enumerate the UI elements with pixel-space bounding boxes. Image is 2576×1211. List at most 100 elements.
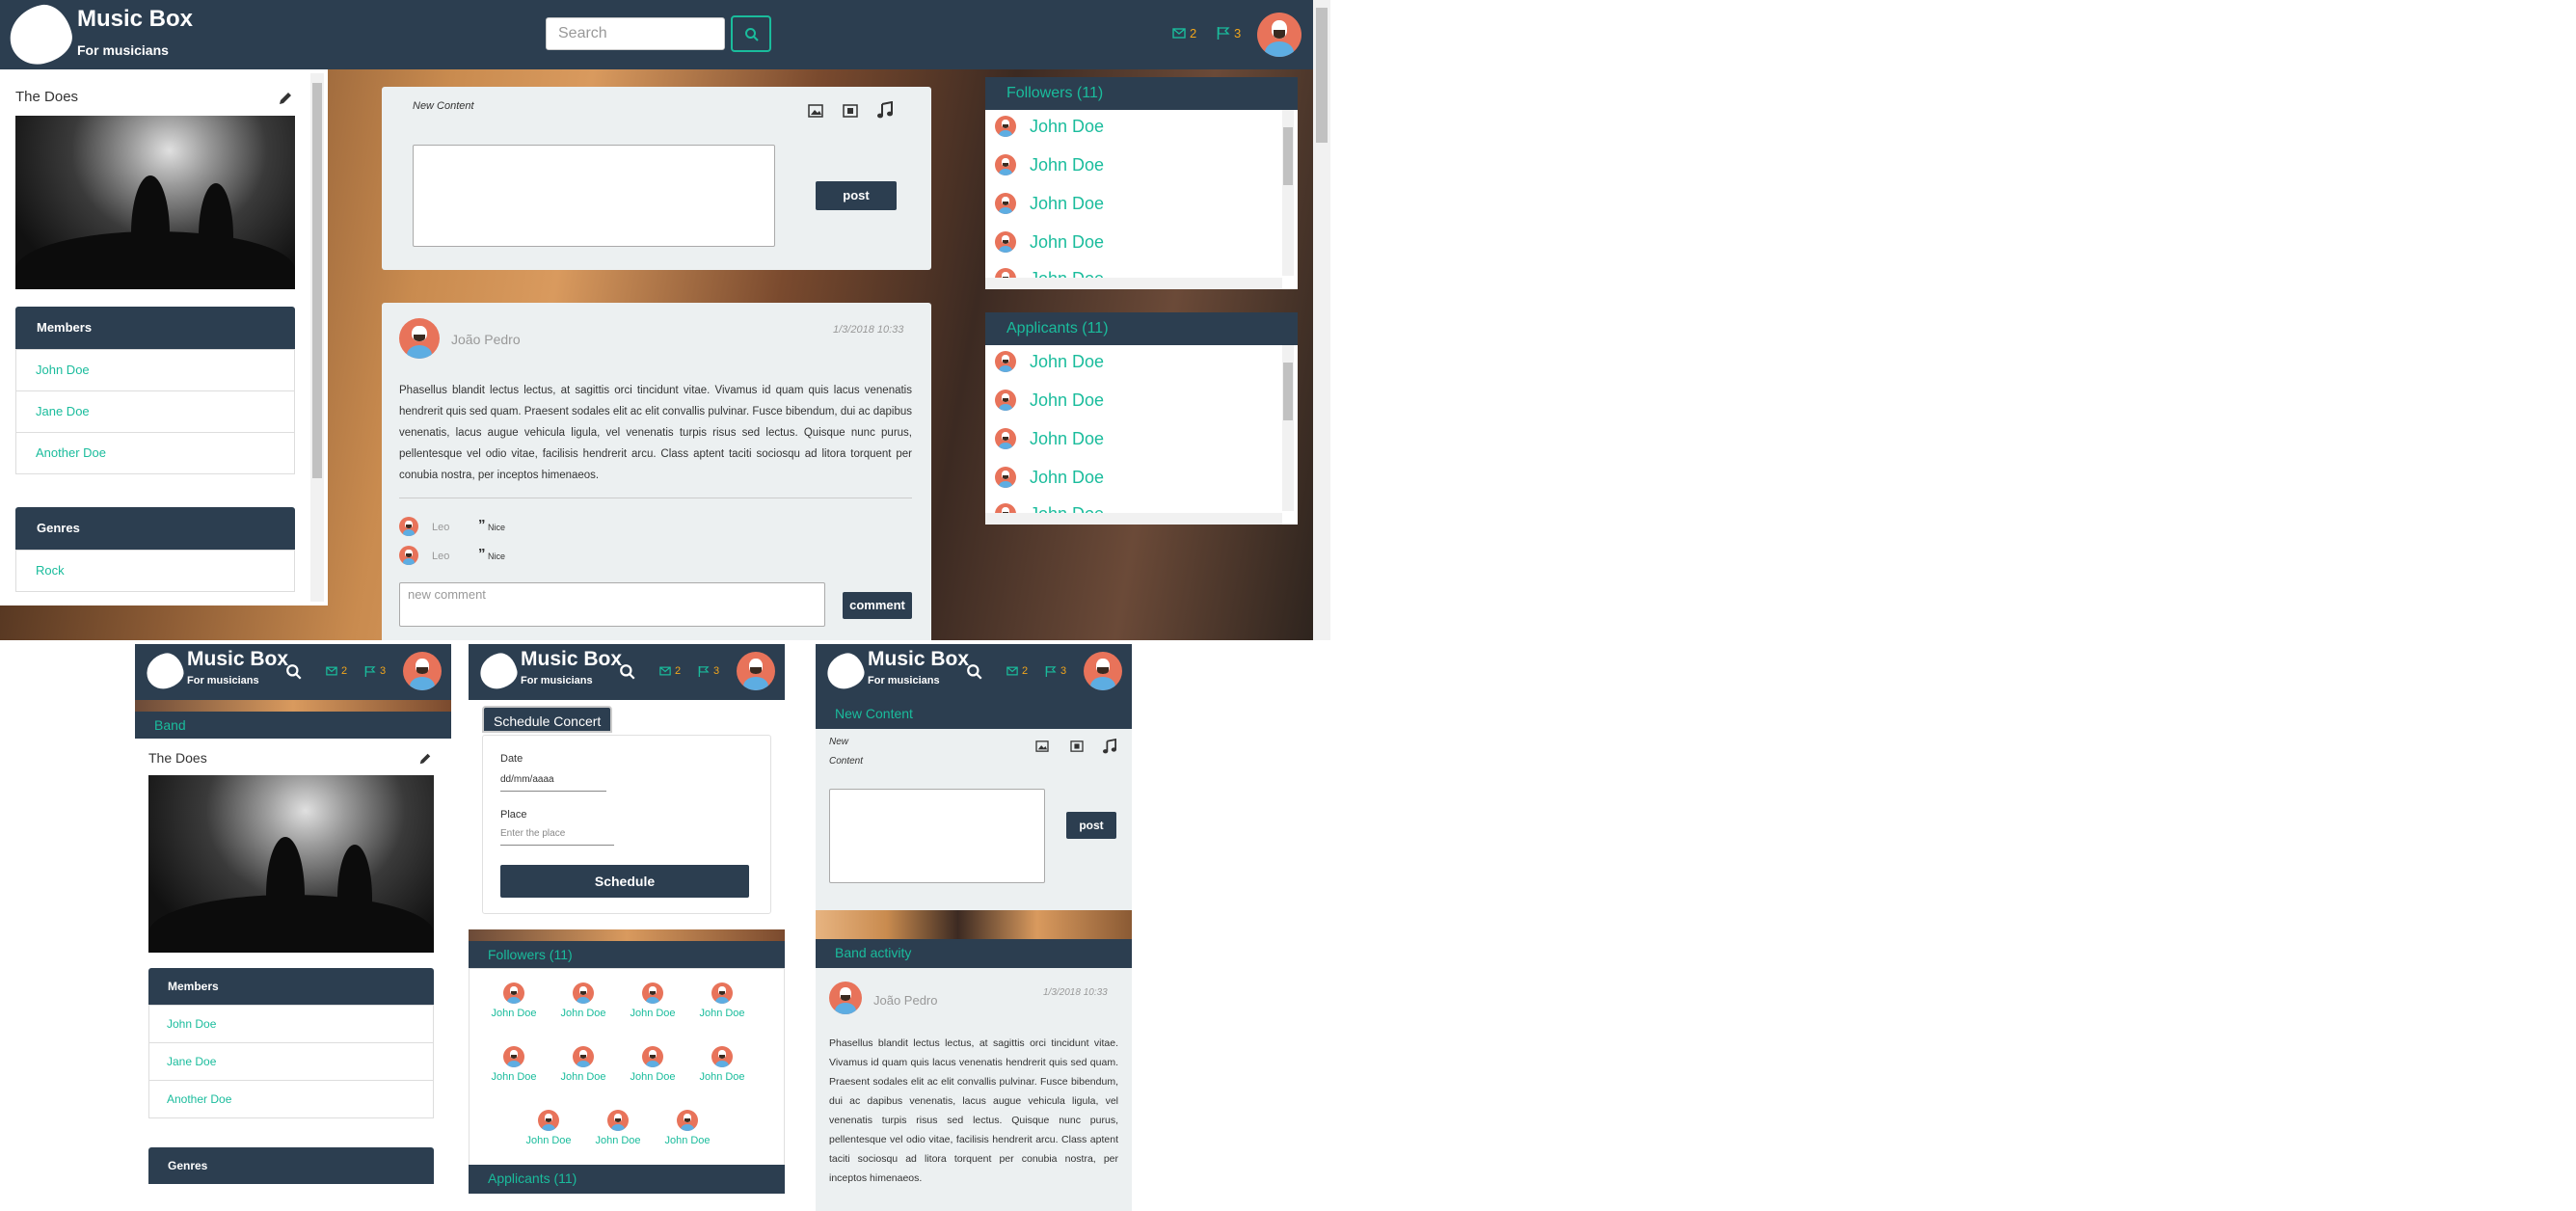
brand-subtitle: For musicians: [187, 675, 259, 686]
member-item[interactable]: John Doe: [148, 1005, 434, 1043]
author-avatar[interactable]: [829, 982, 862, 1014]
user-avatar[interactable]: [737, 652, 775, 690]
member-item[interactable]: Jane Doe: [15, 390, 295, 433]
new-content-header: New Content: [816, 700, 1132, 729]
members-header: Members: [148, 968, 434, 1005]
post-button[interactable]: post: [1066, 812, 1116, 839]
user-avatar[interactable]: [1084, 652, 1122, 690]
messages-badge[interactable]: 2: [659, 665, 681, 677]
tab-schedule-concert[interactable]: Schedule Concert: [482, 706, 613, 733]
new-content-card: New Content post: [382, 87, 931, 270]
logo-icon[interactable]: [476, 650, 521, 692]
messages-badge[interactable]: 2: [326, 665, 347, 677]
envelope-icon: [1006, 666, 1018, 676]
post-timestamp: 1/3/2018 10:33: [833, 324, 904, 336]
follower-item[interactable]: John Doe: [995, 112, 1104, 141]
post-button[interactable]: post: [816, 181, 897, 210]
place-input[interactable]: Enter the place: [500, 828, 614, 846]
comment-author: Leo: [432, 522, 450, 533]
brand-title: Music Box: [77, 6, 194, 32]
genre-item[interactable]: Rock: [15, 550, 295, 592]
author-avatar[interactable]: [399, 318, 440, 359]
schedule-button[interactable]: Schedule: [500, 865, 749, 898]
follower-item[interactable]: John Doe: [695, 1046, 749, 1083]
follower-item[interactable]: John Doe: [995, 150, 1104, 179]
follower-item[interactable]: John Doe: [660, 1110, 714, 1146]
follower-item[interactable]: John Doe: [626, 1046, 680, 1083]
notifications-badge[interactable]: 3: [1045, 665, 1066, 677]
logo-icon[interactable]: [823, 650, 868, 692]
applicant-item[interactable]: John Doe: [995, 424, 1104, 453]
logo-icon[interactable]: [143, 650, 187, 692]
follower-item[interactable]: John Doe: [522, 1110, 576, 1146]
member-item[interactable]: John Doe: [15, 349, 295, 391]
follower-item[interactable]: John Doe: [695, 982, 749, 1019]
member-item[interactable]: Another Doe: [148, 1080, 434, 1118]
search-input[interactable]: Search: [546, 17, 725, 50]
followers-list: John Doe John Doe John Doe John Doe John…: [985, 110, 1298, 289]
user-avatar[interactable]: [1257, 13, 1301, 57]
music-icon[interactable]: [1103, 739, 1116, 754]
applicants-hscrollbar[interactable]: [985, 513, 1282, 525]
follower-item[interactable]: John Doe: [995, 228, 1104, 256]
film-icon[interactable]: [843, 104, 858, 118]
notifications-badge[interactable]: 3: [698, 665, 719, 677]
sidebar-scrollbar[interactable]: [310, 73, 324, 602]
applicants-header[interactable]: Applicants (11): [469, 1165, 785, 1194]
applicant-item[interactable]: John Doe: [995, 347, 1104, 376]
post-body: Phasellus blandit lectus lectus, at sagi…: [829, 1037, 1118, 1184]
follower-item[interactable]: John Doe: [487, 1046, 541, 1083]
image-icon[interactable]: [808, 104, 823, 118]
search-icon[interactable]: [285, 663, 303, 681]
flag-icon: [364, 665, 376, 677]
pencil-icon[interactable]: [418, 752, 432, 766]
user-avatar[interactable]: [403, 652, 442, 690]
film-icon[interactable]: [1070, 740, 1084, 752]
comment-button[interactable]: comment: [843, 592, 912, 619]
search-icon[interactable]: [966, 663, 983, 681]
applicants-scrollbar[interactable]: [1282, 345, 1294, 511]
follower-item[interactable]: John Doe: [487, 982, 541, 1019]
search-icon: [745, 28, 759, 41]
new-content-textarea[interactable]: [829, 789, 1045, 883]
banner-strip: [135, 700, 451, 712]
members-header: Members: [15, 307, 295, 349]
date-input[interactable]: dd/mm/aaaa: [500, 774, 606, 792]
followers-header[interactable]: Followers (11): [469, 941, 785, 968]
follower-item[interactable]: John Doe: [626, 982, 680, 1019]
applicant-item[interactable]: John Doe: [995, 386, 1104, 415]
followers-hscrollbar[interactable]: [985, 278, 1282, 289]
flag-icon: [698, 665, 710, 677]
applicants-header[interactable]: Applicants (11): [985, 312, 1298, 345]
post-author[interactable]: João Pedro: [451, 332, 521, 347]
followers-scrollbar[interactable]: [1282, 110, 1294, 276]
page-scrollbar[interactable]: [1313, 0, 1330, 640]
search-icon[interactable]: [619, 663, 636, 681]
flag-icon: [1045, 665, 1057, 677]
follower-item[interactable]: John Doe: [556, 982, 610, 1019]
followers-grid: John Doe John Doe John Doe John Doe John…: [469, 968, 785, 1178]
member-item[interactable]: Another Doe: [15, 432, 295, 474]
brand-title: Music Box: [868, 648, 970, 670]
music-icon[interactable]: [877, 101, 893, 119]
follower-item[interactable]: John Doe: [591, 1110, 645, 1146]
messages-badge[interactable]: 2: [1172, 26, 1196, 40]
new-content-title-line2: Content: [829, 756, 864, 767]
followers-header[interactable]: Followers (11): [985, 77, 1298, 110]
post-author[interactable]: João Pedro: [873, 993, 938, 1008]
search-button[interactable]: [731, 15, 771, 52]
applicant-item[interactable]: John Doe: [995, 463, 1104, 492]
pencil-icon[interactable]: [278, 91, 293, 106]
notifications-badge[interactable]: 3: [1217, 26, 1241, 40]
new-content-textarea[interactable]: [413, 145, 775, 247]
follower-item[interactable]: John Doe: [556, 1046, 610, 1083]
image-icon[interactable]: [1035, 740, 1049, 752]
messages-badge[interactable]: 2: [1006, 665, 1028, 677]
notifications-badge[interactable]: 3: [364, 665, 386, 677]
logo-icon[interactable]: [4, 0, 77, 69]
member-item[interactable]: Jane Doe: [148, 1042, 434, 1081]
brand-subtitle: For musicians: [868, 675, 940, 686]
band-section-header: Band: [135, 712, 451, 739]
follower-item[interactable]: John Doe: [995, 189, 1104, 218]
comment-input[interactable]: new comment: [399, 582, 825, 627]
